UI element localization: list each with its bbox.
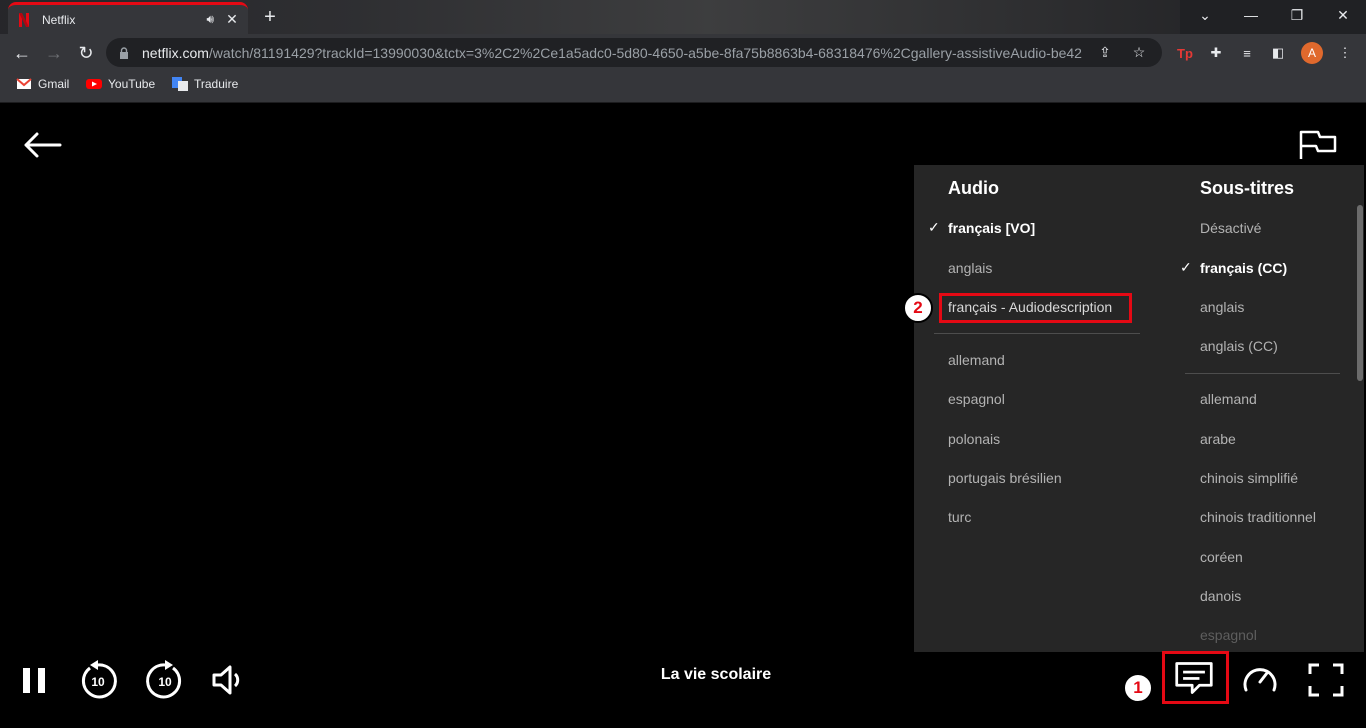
pause-icon[interactable]: [14, 660, 54, 700]
netflix-icon: [19, 12, 29, 27]
browser-toolbar: ← → ↻ netflix.com /watch/81191429?trackI…: [0, 34, 1366, 71]
check-icon: ✓: [928, 219, 940, 235]
address-bar[interactable]: netflix.com /watch/81191429?trackId=1399…: [106, 38, 1162, 67]
speaker-icon[interactable]: 🔊︎: [206, 12, 214, 27]
extension-tp-icon[interactable]: Tp: [1174, 42, 1196, 64]
callout-2: 2: [903, 293, 933, 323]
share-icon[interactable]: ⇪: [1094, 44, 1116, 61]
reload-icon[interactable]: ↻: [73, 40, 99, 66]
subtitle-option-chinois-traditionnel[interactable]: chinois traditionnel: [1200, 509, 1316, 525]
gmail-icon: [16, 78, 32, 89]
subtitle-option-desactive[interactable]: Désactivé: [1200, 220, 1261, 236]
bookmark-traduire[interactable]: Traduire: [172, 77, 238, 91]
subtitle-option-chinois-simplifie[interactable]: chinois simplifié: [1200, 470, 1298, 486]
back-arrow-icon[interactable]: [22, 131, 62, 159]
tab-title: Netflix: [42, 12, 76, 27]
subtitle-option-anglais-cc[interactable]: anglais (CC): [1200, 338, 1278, 354]
volume-icon[interactable]: [208, 660, 248, 700]
svg-text:10: 10: [158, 675, 172, 689]
subtitle-option-arabe[interactable]: arabe: [1200, 431, 1236, 447]
forward-10-icon[interactable]: 10: [145, 660, 185, 700]
flag-icon[interactable]: [1298, 129, 1338, 161]
subtitle-option-francais-cc[interactable]: français (CC): [1200, 260, 1287, 276]
svg-text:10: 10: [91, 675, 105, 689]
episode-title: La vie scolaire: [660, 666, 772, 683]
fullscreen-icon[interactable]: [1306, 660, 1346, 700]
callout-1: 1: [1123, 673, 1153, 703]
audio-option-espagnol[interactable]: espagnol: [948, 391, 1005, 407]
bookmarks-bar: Gmail YouTube Traduire: [0, 71, 1366, 103]
subtitles-audio-icon[interactable]: [1174, 658, 1214, 698]
rewind-10-icon[interactable]: 10: [78, 660, 118, 700]
browser-chrome: Netflix 🔊︎ ✕ + ⌄ — ❐ ✕ ← → ↻ netflix.com…: [0, 0, 1366, 103]
star-icon[interactable]: ☆: [1128, 44, 1150, 61]
panel-scrollbar[interactable]: [1357, 205, 1363, 381]
media-queue-icon[interactable]: ≡: [1236, 42, 1258, 64]
back-icon[interactable]: ←: [9, 40, 35, 66]
audio-subtitles-panel: Audio ✓ français [VO] anglais français -…: [914, 165, 1364, 652]
lock-icon: [120, 46, 128, 59]
minimize-button[interactable]: —: [1228, 0, 1274, 30]
audio-header: Audio: [948, 178, 999, 198]
playback-speed-icon[interactable]: [1240, 660, 1280, 700]
side-panel-icon[interactable]: ◧: [1267, 42, 1289, 64]
audio-option-allemand[interactable]: allemand: [948, 352, 1005, 368]
check-icon: ✓: [1180, 259, 1192, 275]
more-menu-icon[interactable]: ⋮: [1334, 42, 1356, 64]
bookmark-label: YouTube: [108, 77, 156, 91]
subtitle-option-allemand[interactable]: allemand: [1200, 391, 1257, 407]
avatar[interactable]: A: [1301, 42, 1323, 64]
audio-divider: [934, 333, 1140, 334]
subtitle-option-anglais[interactable]: anglais: [1200, 299, 1244, 315]
translate-icon: [172, 77, 188, 91]
youtube-icon: [86, 79, 102, 89]
subtitle-option-espagnol[interactable]: espagnol: [1200, 627, 1257, 643]
tab-netflix[interactable]: Netflix 🔊︎ ✕: [8, 2, 248, 34]
bookmark-youtube[interactable]: YouTube: [86, 77, 155, 91]
restore-button[interactable]: ❐: [1274, 0, 1320, 30]
close-icon[interactable]: ✕: [224, 11, 240, 28]
subtitle-option-danois[interactable]: danois: [1200, 588, 1241, 604]
chevron-down-icon[interactable]: ⌄: [1182, 0, 1228, 30]
url-host: netflix.com: [142, 44, 209, 61]
audio-option-francais-vo[interactable]: français [VO]: [948, 220, 1035, 236]
highlight-audiodescription: [939, 293, 1132, 323]
puzzle-icon[interactable]: ✚: [1205, 42, 1227, 64]
audio-option-portugais-bresilien[interactable]: portugais brésilien: [948, 470, 1062, 486]
close-window-button[interactable]: ✕: [1320, 0, 1366, 30]
audio-option-polonais[interactable]: polonais: [948, 431, 1000, 447]
bookmark-label: Gmail: [38, 77, 70, 91]
bookmark-gmail[interactable]: Gmail: [16, 77, 69, 91]
audio-option-turc[interactable]: turc: [948, 509, 971, 525]
subtitles-header: Sous-titres: [1200, 178, 1295, 198]
audio-option-anglais[interactable]: anglais: [948, 260, 992, 276]
bookmark-label: Traduire: [194, 77, 239, 91]
url-path: /watch/81191429?trackId=13990030&tctx=3%…: [208, 44, 1082, 61]
subtitles-divider: [1185, 373, 1340, 374]
forward-icon[interactable]: →: [41, 40, 67, 66]
subtitle-option-coreen[interactable]: coréen: [1200, 549, 1243, 565]
tab-strip: Netflix 🔊︎ ✕ + ⌄ — ❐ ✕: [0, 0, 1366, 34]
new-tab-button[interactable]: +: [260, 6, 280, 29]
